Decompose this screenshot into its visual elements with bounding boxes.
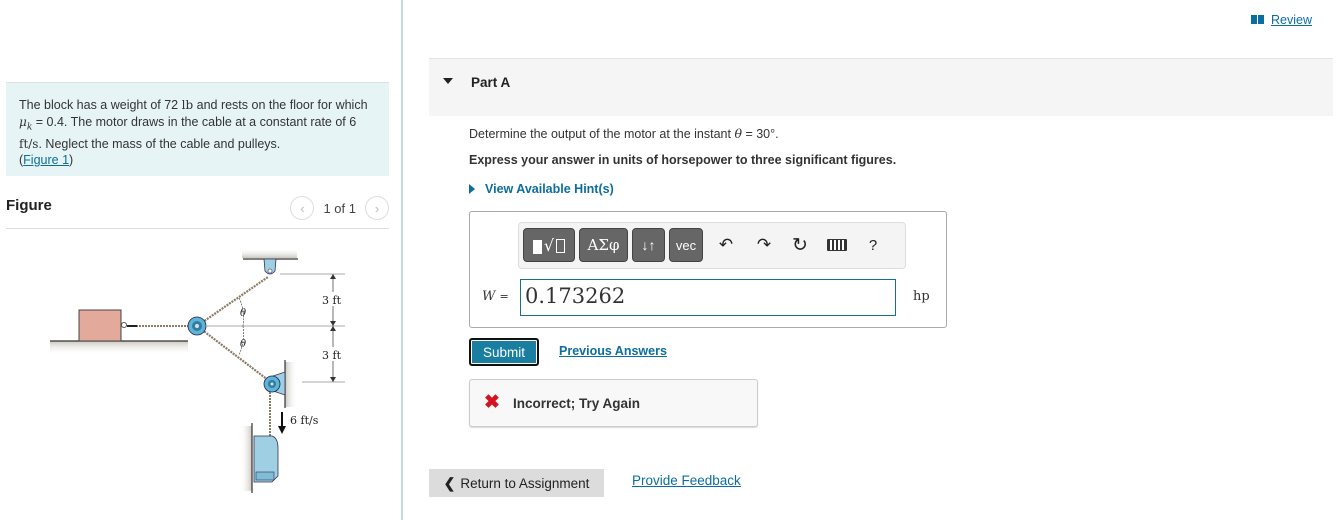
floor bbox=[50, 340, 188, 355]
answer-input[interactable]: 0.173262 bbox=[520, 279, 896, 316]
rope-lower bbox=[196, 325, 273, 384]
figure-link-close: ) bbox=[69, 153, 74, 167]
chevron-left-icon[interactable]: ‹ bbox=[290, 196, 315, 220]
figure-title: Figure bbox=[6, 197, 52, 214]
feedback-text: Incorrect; Try Again bbox=[513, 396, 641, 411]
part-a-header[interactable]: Part A bbox=[429, 58, 1333, 116]
motor bbox=[240, 423, 279, 493]
instruction-text: Express your answer in units of horsepow… bbox=[469, 153, 897, 167]
previous-answers-link[interactable]: Previous Answers bbox=[559, 344, 667, 358]
book-icon bbox=[1251, 15, 1265, 25]
figure-image: θ θ 3 ft 3 ft 6 ft/s bbox=[40, 240, 370, 505]
chevron-right-icon[interactable]: › bbox=[365, 196, 389, 220]
redo-icon[interactable]: ↷ bbox=[751, 232, 777, 258]
chevron-left-icon: ❮ bbox=[443, 474, 456, 491]
rope-upper bbox=[196, 276, 269, 327]
vec-button[interactable]: vec bbox=[669, 228, 703, 262]
answer-variable-label: W = bbox=[482, 289, 509, 304]
question-suffix: = 30°. bbox=[741, 127, 779, 141]
part-title: Part A bbox=[471, 75, 511, 90]
feedback-message: ✖ Incorrect; Try Again bbox=[469, 379, 758, 427]
figure-link[interactable]: Figure 1 bbox=[23, 153, 69, 167]
wall-pulley bbox=[263, 360, 297, 408]
block bbox=[78, 309, 122, 342]
caret-down-icon[interactable] bbox=[443, 78, 453, 84]
panel-divider[interactable] bbox=[401, 0, 403, 520]
rate-unit: ft/s bbox=[19, 136, 39, 151]
pager-text: 1 of 1 bbox=[323, 200, 356, 216]
figure-pager: ‹ 1 of 1 › bbox=[290, 196, 389, 220]
help-button[interactable]: ? bbox=[860, 232, 886, 258]
question-prefix: Determine the output of the motor at the… bbox=[469, 127, 735, 141]
mu-symbol: μ bbox=[19, 114, 27, 129]
left-panel: The block has a weight of 72 lb and rest… bbox=[0, 0, 402, 520]
question-variable: θ bbox=[734, 126, 742, 141]
greek-button[interactable]: ΑΣφ bbox=[579, 228, 628, 262]
problem-text-4: . Neglect the mass of the cable and pull… bbox=[38, 136, 281, 151]
answer-box: √ ΑΣφ ↓↑ vec ↶ ↷ ↻ ? W = 0.173262 hp bbox=[469, 211, 947, 328]
problem-text-3: = 0.4. The motor draws in the cable at a… bbox=[32, 114, 357, 129]
templates-button[interactable]: √ bbox=[523, 228, 575, 262]
x-icon: ✖ bbox=[484, 392, 500, 413]
return-to-assignment-button[interactable]: ❮ Return to Assignment bbox=[429, 469, 604, 497]
answer-unit: hp bbox=[913, 289, 930, 304]
answer-variable: W bbox=[482, 289, 496, 304]
hints-label: View Available Hint(s) bbox=[485, 182, 614, 196]
dim-top-label: 3 ft bbox=[322, 294, 342, 307]
question-text: Determine the output of the motor at the… bbox=[469, 126, 779, 141]
theta-top-label: θ bbox=[240, 308, 246, 319]
center-pulley bbox=[187, 316, 207, 336]
caret-right-icon bbox=[469, 184, 475, 194]
return-label: Return to Assignment bbox=[460, 475, 590, 491]
velocity-arrow bbox=[278, 412, 286, 434]
templates-icon: √ bbox=[532, 236, 566, 255]
undo-icon[interactable]: ↶ bbox=[713, 232, 739, 258]
weight-unit: lb bbox=[181, 98, 194, 112]
keyboard-icon[interactable] bbox=[824, 232, 850, 258]
dim-bottom-label: 3 ft bbox=[322, 349, 342, 362]
problem-statement: The block has a weight of 72 lb and rest… bbox=[6, 82, 389, 176]
reset-icon[interactable]: ↻ bbox=[787, 232, 813, 258]
math-toolbar: √ ΑΣφ ↓↑ vec ↶ ↷ ↻ ? bbox=[518, 222, 906, 269]
review-label: Review bbox=[1271, 13, 1312, 27]
submit-button[interactable]: Submit bbox=[469, 338, 539, 366]
theta-bottom-label: θ bbox=[240, 339, 246, 350]
arrows-button[interactable]: ↓↑ bbox=[632, 228, 665, 262]
view-hints-link[interactable]: View Available Hint(s) bbox=[469, 182, 614, 196]
equals-sign: = bbox=[499, 290, 509, 303]
provide-feedback-link[interactable]: Provide Feedback bbox=[632, 473, 741, 488]
figure-header: Figure ‹ 1 of 1 › bbox=[6, 194, 389, 229]
ceiling-support bbox=[242, 248, 298, 275]
speed-label: 6 ft/s bbox=[290, 414, 319, 427]
review-link[interactable]: Review bbox=[1251, 13, 1312, 27]
problem-text-2: and rests on the floor for which bbox=[193, 98, 368, 112]
problem-text-1: The block has a weight of 72 bbox=[19, 98, 182, 112]
pulley-diagram: θ θ 3 ft 3 ft 6 ft/s bbox=[50, 248, 345, 493]
